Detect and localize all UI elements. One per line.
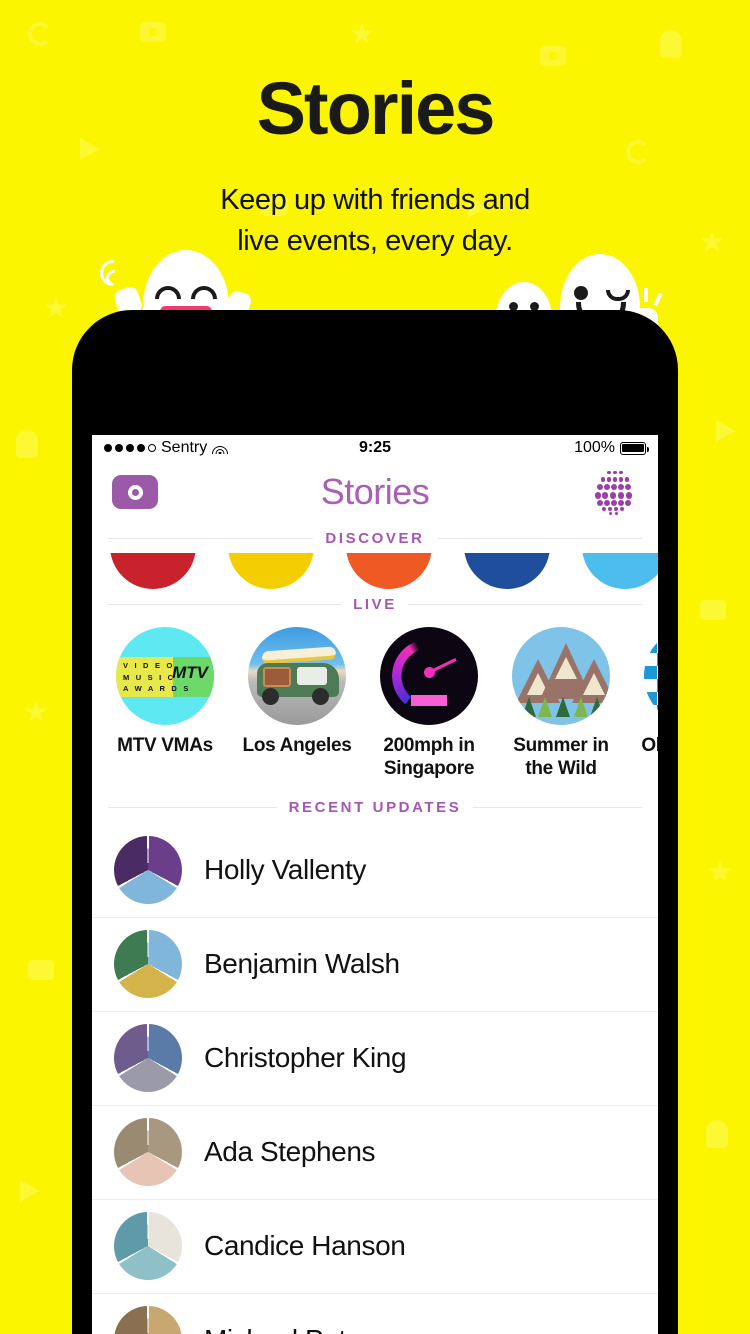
recent-update-row[interactable]: Ada Stephens <box>92 1104 658 1199</box>
avatar-benjamin-walsh[interactable] <box>114 930 182 999</box>
recent-updates-list[interactable]: Holly Vallenty Benjamin Walsh Christopher … <box>92 823 658 1334</box>
avatar-story-segment <box>114 1024 182 1093</box>
section-label-recent-updates: RECENT UPDATES <box>288 799 462 817</box>
status-bar-right: 100% <box>574 439 649 457</box>
live-story-item[interactable]: 200mph in Singapore <box>374 627 484 781</box>
ghost-eye-right <box>191 286 217 299</box>
recent-update-name: Michael Peterson <box>204 1324 414 1334</box>
recent-update-row[interactable]: Candice Hanson <box>92 1198 658 1293</box>
discover-tile-blue[interactable] <box>464 553 550 589</box>
watermark-play-icon <box>20 1180 40 1202</box>
section-label-live: LIVE <box>353 595 397 613</box>
mountains-icon <box>512 627 610 725</box>
watermark-ghost-icon <box>16 430 38 458</box>
live-story-label: Summer in the Wild <box>513 735 609 779</box>
avatar-holly-vallenty[interactable] <box>114 835 182 904</box>
discover-tile-red[interactable] <box>110 553 196 589</box>
avatar-candice-hanson[interactable] <box>114 1212 182 1281</box>
ghost-eye-left <box>155 286 181 299</box>
woodie-car-surfboard-icon <box>248 627 346 725</box>
phone-screen: Sentry 9:25 100% Stories DISCOVER LIVE V… <box>92 435 658 1334</box>
avatar-story-segment <box>114 930 182 999</box>
live-story-label: MTV VMAs <box>117 735 213 756</box>
phone-mockup: Sentry 9:25 100% Stories DISCOVER LIVE V… <box>72 310 678 1334</box>
recent-update-name: Benjamin Walsh <box>204 948 400 980</box>
status-bar: Sentry 9:25 100% <box>92 435 658 461</box>
recent-update-row[interactable]: Benjamin Walsh <box>92 916 658 1011</box>
recent-update-name: Ada Stephens <box>204 1136 376 1168</box>
mtv-vmas-icon: V I D E OM U S I CA W A R D S MTV <box>116 627 214 725</box>
divider-line <box>473 807 642 809</box>
sparkle-icon <box>653 292 663 307</box>
ghost-eye-left <box>574 286 588 300</box>
avatar-story-segment <box>114 1118 182 1187</box>
watermark-play-icon <box>716 420 736 442</box>
section-header-recent-updates: RECENT UPDATES <box>92 793 658 823</box>
hero-subtitle-line1: Keep up with friends and <box>220 184 530 216</box>
speedometer-icon <box>380 627 478 725</box>
discover-tile-lightblue[interactable] <box>582 553 658 589</box>
live-story-label: Oktoberfest <box>641 735 658 756</box>
watermark-star-icon <box>24 700 48 722</box>
battery-icon <box>620 441 649 455</box>
live-story-item[interactable]: Summer in the Wild <box>506 627 616 781</box>
nav-title: Stories <box>320 471 430 512</box>
section-label-discover: DISCOVER <box>325 529 425 547</box>
discover-tile-yellow[interactable] <box>228 553 314 589</box>
avatar-michael-peterson[interactable] <box>114 1306 182 1334</box>
hero-section: Stories Keep up with friends and live ev… <box>0 0 750 262</box>
divider-line <box>408 603 642 605</box>
beer-glass-bavarian-icon <box>644 627 658 725</box>
watermark-star-icon <box>708 860 732 882</box>
divider-line <box>436 537 642 539</box>
recent-update-row[interactable]: Michael Peterson <box>92 1292 658 1334</box>
sparkle-icon <box>644 288 648 302</box>
live-story-item[interactable]: V I D E OM U S I CA W A R D S MTV MTV VM… <box>110 627 220 758</box>
avatar-story-segment <box>114 1306 182 1334</box>
avatar-story-segment <box>114 1212 182 1281</box>
live-stories-row[interactable]: V I D E OM U S I CA W A R D S MTV MTV VM… <box>92 619 658 793</box>
ghost-eye-winking <box>606 290 630 301</box>
recent-update-name: Christopher King <box>204 1042 407 1074</box>
battery-percent-label: 100% <box>574 439 615 456</box>
page-title: Stories <box>256 67 496 150</box>
nav-bar: Stories <box>92 461 658 523</box>
recent-update-row[interactable]: Holly Vallenty <box>92 823 658 917</box>
avatar-story-segment <box>114 835 182 904</box>
live-story-item[interactable]: Oktoberfest <box>638 627 658 758</box>
halftone-dots-menu-button[interactable] <box>592 469 638 515</box>
recent-update-name: Holly Vallenty <box>204 853 366 885</box>
live-story-label: 200mph in Singapore <box>383 735 475 779</box>
divider-line <box>108 603 342 605</box>
divider-line <box>108 537 314 539</box>
recent-update-row[interactable]: Christopher King <box>92 1010 658 1105</box>
avatar-christopher-king[interactable] <box>114 1024 182 1093</box>
section-header-live: LIVE <box>92 589 658 619</box>
watermark-ghost-icon <box>706 1120 728 1148</box>
discover-tile-orange[interactable] <box>346 553 432 589</box>
avatar-ada-stephens[interactable] <box>114 1118 182 1187</box>
live-story-item[interactable]: Los Angeles <box>242 627 352 758</box>
divider-line <box>108 807 277 809</box>
watermark-chat-icon <box>700 600 726 620</box>
discover-row[interactable] <box>92 553 658 589</box>
live-story-label: Los Angeles <box>242 735 352 756</box>
section-header-discover: DISCOVER <box>92 523 658 553</box>
watermark-chat-icon <box>28 960 54 980</box>
recent-update-name: Candice Hanson <box>204 1230 406 1262</box>
